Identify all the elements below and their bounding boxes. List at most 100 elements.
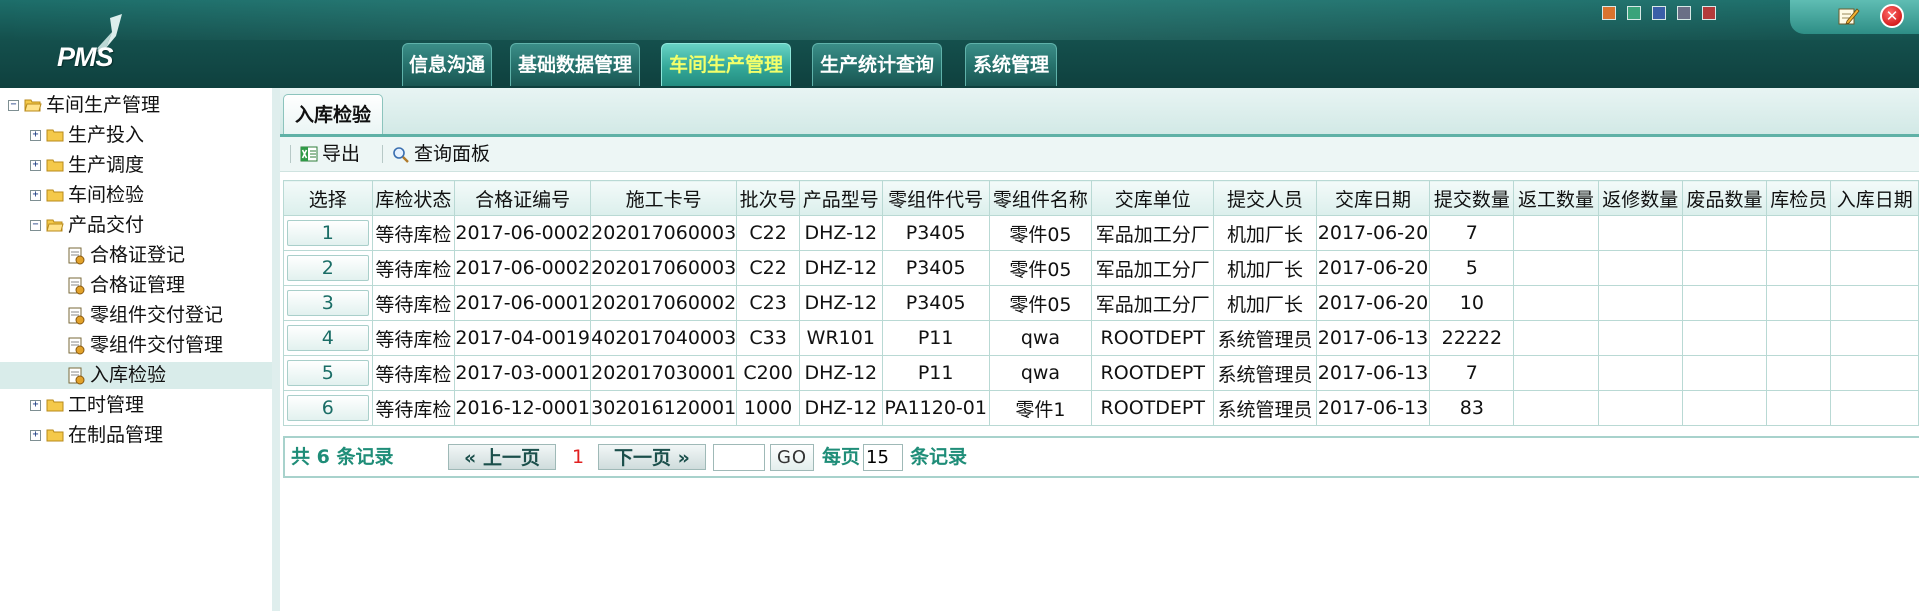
collapse-toggle-icon[interactable]: − xyxy=(30,220,41,231)
tree-item-workshop-inspection[interactable]: + 车间检验 xyxy=(0,182,272,209)
column-header[interactable]: 库检员 xyxy=(1766,180,1832,216)
tree-item-workshop-production[interactable]: − 车间生产管理 xyxy=(0,92,272,119)
cell-work-card-no: 402017040003 xyxy=(590,320,738,356)
cell-scrap-qty xyxy=(1681,355,1768,391)
tree-item-labor-hours[interactable]: + 工时管理 xyxy=(0,392,272,419)
nav-tab-basic-data[interactable]: 基础数据管理 xyxy=(510,43,640,86)
export-button[interactable]: 导出 xyxy=(298,137,378,171)
column-header[interactable]: 交库日期 xyxy=(1315,180,1431,216)
next-page-label: 下一页 xyxy=(614,447,672,469)
table-row[interactable]: 5 等待库检 2017-03-0001 202017030001 C200 DHZ-12 P… xyxy=(283,355,1919,391)
row-select-button[interactable]: 6 xyxy=(286,395,369,421)
cell-scrap-qty xyxy=(1681,215,1768,251)
cell-scrap-qty xyxy=(1681,250,1768,286)
cell-delivery-date: 2017-06-13 xyxy=(1315,355,1431,391)
folder-icon xyxy=(46,399,64,412)
previous-page-button[interactable]: « 上一页 xyxy=(448,444,556,470)
theme-swatch-red[interactable] xyxy=(1702,6,1716,20)
tree-item-component-delivery-registration[interactable]: 零组件交付登记 xyxy=(0,302,272,329)
column-header[interactable]: 提交数量 xyxy=(1429,180,1515,216)
table-row[interactable]: 2 等待库检 2017-06-0002 202017060003 C22 DHZ-12 P3… xyxy=(283,250,1919,286)
cell-inspector xyxy=(1766,355,1832,391)
theme-swatch-green[interactable] xyxy=(1627,6,1641,20)
go-button[interactable]: GO xyxy=(770,444,814,471)
tree-item-label: 生产投入 xyxy=(68,124,145,146)
close-icon[interactable]: ✕ xyxy=(1880,4,1904,28)
column-header[interactable]: 选择 xyxy=(283,180,373,216)
column-header[interactable]: 返工数量 xyxy=(1513,180,1599,216)
tree-item-label: 合格证管理 xyxy=(90,274,186,296)
tree-item-wip-management[interactable]: + 在制品管理 xyxy=(0,422,272,449)
column-header[interactable]: 库检状态 xyxy=(371,180,456,216)
toolbar-divider xyxy=(382,145,383,163)
per-page-input[interactable] xyxy=(863,444,903,471)
page-jump-input[interactable] xyxy=(713,444,765,471)
cell-status: 等待库检 xyxy=(371,320,456,356)
expand-toggle-icon[interactable]: + xyxy=(30,160,41,171)
expand-toggle-icon[interactable]: + xyxy=(30,190,41,201)
tree-item-label: 零组件交付登记 xyxy=(90,304,224,326)
edit-icon[interactable] xyxy=(1838,6,1860,26)
column-header[interactable]: 批次号 xyxy=(736,180,800,216)
row-select-button[interactable]: 1 xyxy=(286,220,369,246)
table-row[interactable]: 3 等待库检 2017-06-0001 202017060002 C23 DHZ-12 P3… xyxy=(283,285,1919,321)
nav-tab-system-management[interactable]: 系统管理 xyxy=(965,43,1057,86)
tree-item-production-input[interactable]: + 生产投入 xyxy=(0,122,272,149)
theme-swatch-orange[interactable] xyxy=(1602,6,1616,20)
row-select-button[interactable]: 2 xyxy=(286,255,369,281)
cell-inspector xyxy=(1766,320,1832,356)
cell-select: 4 xyxy=(283,320,373,356)
column-header[interactable]: 返修数量 xyxy=(1597,180,1683,216)
column-header[interactable]: 提交人员 xyxy=(1213,180,1317,216)
cell-repair-qty xyxy=(1597,285,1683,321)
nav-tab-production-statistics[interactable]: 生产统计查询 xyxy=(812,43,942,86)
magnifier-icon xyxy=(393,147,409,163)
column-header[interactable]: 施工卡号 xyxy=(590,180,738,216)
tree-item-warehouse-inspection[interactable]: 入库检验 xyxy=(0,362,272,389)
tree-item-product-delivery[interactable]: − 产品交付 xyxy=(0,212,272,239)
cell-batch-no: 1000 xyxy=(736,390,800,426)
column-header[interactable]: 入库日期 xyxy=(1830,180,1919,216)
table-row[interactable]: 1 等待库检 2017-06-0002 202017060003 C22 DHZ-12 P3… xyxy=(283,215,1919,251)
collapse-toggle-icon[interactable]: − xyxy=(8,100,19,111)
cell-product-model: DHZ-12 xyxy=(799,250,883,286)
next-page-button[interactable]: 下一页 » xyxy=(598,444,706,470)
nav-tab-workshop-production[interactable]: 车间生产管理 xyxy=(661,43,791,86)
column-header[interactable]: 零组件代号 xyxy=(881,180,990,216)
tree-item-component-delivery-management[interactable]: 零组件交付管理 xyxy=(0,332,272,359)
column-header[interactable]: 废品数量 xyxy=(1681,180,1768,216)
row-select-button[interactable]: 5 xyxy=(286,360,369,386)
column-header[interactable]: 产品型号 xyxy=(799,180,883,216)
cell-certificate-no: 2017-06-0002 xyxy=(454,215,592,251)
cell-product-model: DHZ-12 xyxy=(799,355,883,391)
expand-toggle-icon[interactable]: + xyxy=(30,400,41,411)
column-header[interactable]: 零组件名称 xyxy=(988,180,1093,216)
column-header[interactable]: 合格证编号 xyxy=(454,180,592,216)
cell-submitted-qty: 22222 xyxy=(1429,320,1515,356)
cell-status: 等待库检 xyxy=(371,390,456,426)
query-panel-button[interactable]: 查询面板 xyxy=(390,137,510,171)
tree-item-certificate-management[interactable]: 合格证管理 xyxy=(0,272,272,299)
tab-warehouse-inspection[interactable]: 入库检验 xyxy=(283,94,383,134)
nav-tab-info-communication[interactable]: 信息沟通 xyxy=(402,43,492,86)
cell-select: 3 xyxy=(283,285,373,321)
cell-certificate-no: 2016-12-0001 xyxy=(454,390,592,426)
theme-swatch-gray[interactable] xyxy=(1677,6,1691,20)
cell-work-card-no: 202017060003 xyxy=(590,215,738,251)
expand-toggle-icon[interactable]: + xyxy=(30,430,41,441)
table-row[interactable]: 4 等待库检 2017-04-0019 402017040003 C33 WR101 P11… xyxy=(283,320,1919,356)
tree-item-production-scheduling[interactable]: + 生产调度 xyxy=(0,152,272,179)
toolbar: 导出 查询面板 xyxy=(280,137,1919,172)
sidebar-splitter[interactable] xyxy=(272,88,280,611)
row-select-button[interactable]: 3 xyxy=(286,290,369,316)
row-select-button[interactable]: 4 xyxy=(286,325,369,351)
cell-delivery-unit: 军品加工分厂 xyxy=(1091,250,1215,286)
expand-toggle-icon[interactable]: + xyxy=(30,130,41,141)
tree-item-certificate-registration[interactable]: 合格证登记 xyxy=(0,242,272,269)
cell-status: 等待库检 xyxy=(371,285,456,321)
table-row[interactable]: 6 等待库检 2016-12-0001 302016120001 1000 DHZ-12 P… xyxy=(283,390,1919,426)
column-header[interactable]: 交库单位 xyxy=(1091,180,1215,216)
theme-swatch-blue[interactable] xyxy=(1652,6,1666,20)
cell-product-model: DHZ-12 xyxy=(799,215,883,251)
cell-submitted-qty: 83 xyxy=(1429,390,1515,426)
